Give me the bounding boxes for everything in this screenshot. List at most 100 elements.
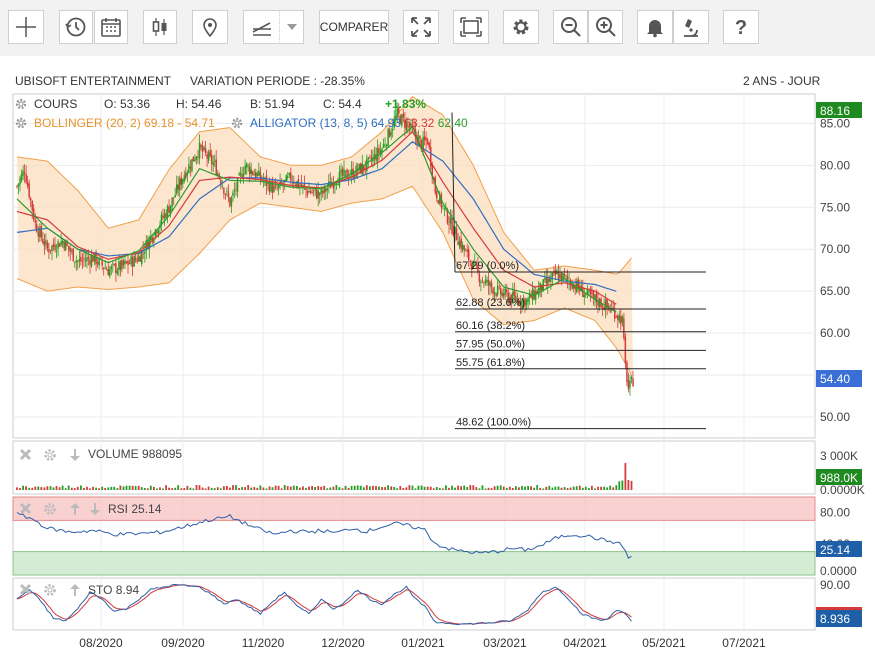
candle-body xyxy=(51,245,53,251)
candle-body xyxy=(451,217,453,234)
candle-body xyxy=(609,310,611,312)
volume-bar xyxy=(326,488,329,490)
sto-badge-top xyxy=(816,607,862,610)
candle-body xyxy=(71,250,73,252)
volume-bar xyxy=(338,487,341,490)
candle-body xyxy=(224,193,227,195)
candle-body xyxy=(48,249,50,253)
candle-body xyxy=(527,297,529,302)
candle-body xyxy=(481,280,484,282)
candle-body xyxy=(119,261,122,270)
candle-body xyxy=(180,177,182,185)
volume-bar xyxy=(387,485,389,490)
volume-bar xyxy=(594,488,596,490)
volume-bar xyxy=(34,486,37,490)
candle-body xyxy=(466,249,468,252)
volume-bar xyxy=(286,486,289,490)
volume-bar xyxy=(612,487,615,490)
volume-bar xyxy=(165,485,167,490)
candle-body xyxy=(201,146,204,152)
candle-body xyxy=(66,243,68,246)
candle-body xyxy=(43,241,46,246)
candle-body xyxy=(110,266,113,270)
volume-bar xyxy=(289,486,292,490)
volume-bar xyxy=(533,487,535,490)
volume-bar xyxy=(162,488,164,490)
candle-body xyxy=(230,197,233,206)
volume-bar xyxy=(143,488,146,490)
candle-body xyxy=(223,188,225,194)
volume-bar xyxy=(420,485,423,490)
candle-body xyxy=(630,377,633,380)
volume-bar xyxy=(600,486,602,490)
candle-body xyxy=(212,162,214,166)
x-tick-label: 03/2021 xyxy=(483,636,527,650)
candle-body xyxy=(191,159,193,171)
volume-bar xyxy=(499,485,502,490)
candle-body xyxy=(422,136,424,149)
fibonacci-level-label: 60.16 (38.2%) xyxy=(456,320,525,332)
candle-body xyxy=(382,143,385,148)
candle-body xyxy=(247,165,249,167)
candle-body xyxy=(134,257,137,260)
volume-bar xyxy=(530,486,532,490)
candle-body xyxy=(506,289,508,293)
candle-body xyxy=(215,159,217,176)
candle-body xyxy=(384,144,386,146)
volume-bar xyxy=(317,486,320,490)
volume-bar xyxy=(43,487,46,490)
candle-body xyxy=(81,260,84,262)
volume-bar xyxy=(475,487,478,490)
candle-body xyxy=(130,256,132,265)
candle-body xyxy=(591,292,593,294)
fibonacci-level-label: 57.95 (50.0%) xyxy=(456,338,525,350)
candle-body xyxy=(620,316,622,325)
volume-bar xyxy=(113,486,116,490)
candle-body xyxy=(274,185,277,187)
volume-bar xyxy=(16,487,18,490)
x-tick-label: 09/2020 xyxy=(161,636,205,650)
volume-bar xyxy=(271,487,274,490)
x-tick-label: 07/2021 xyxy=(722,636,766,650)
candle-body xyxy=(378,147,380,154)
volume-bar xyxy=(98,488,100,490)
volume-bar xyxy=(137,485,140,490)
volume-bar xyxy=(201,487,204,490)
volume-bar xyxy=(292,485,295,490)
candle-body xyxy=(68,245,70,250)
candle-body xyxy=(227,192,230,198)
volume-bar xyxy=(73,488,76,490)
volume-bar xyxy=(575,486,578,490)
candle-body xyxy=(419,135,421,139)
high-value: H: 54.46 xyxy=(176,97,222,111)
candle-body xyxy=(179,178,181,191)
candle-body xyxy=(493,291,496,295)
volume-bar xyxy=(320,486,323,490)
candle-body xyxy=(322,191,324,194)
volume-bar xyxy=(332,486,335,490)
candle-body xyxy=(306,191,309,195)
volume-bar xyxy=(159,487,161,490)
volume-bar xyxy=(484,488,487,490)
volume-bar xyxy=(408,485,411,490)
fibonacci-level-label: 67.29 (0.0%) xyxy=(456,260,519,272)
stock-chart: 67.29 (0.0%) 62.88 (23.6%) 60.16 (38.2%) 57… xyxy=(12,93,865,650)
volume-bar xyxy=(448,487,450,490)
candle-body xyxy=(244,165,246,174)
candle-body xyxy=(25,174,27,183)
volume-bar xyxy=(621,480,624,490)
volume-bar xyxy=(131,485,134,490)
candle-body xyxy=(442,205,444,207)
candle-body xyxy=(277,185,280,189)
volume-bar xyxy=(104,488,107,490)
volume-bar xyxy=(359,485,362,490)
volume-bar xyxy=(435,487,438,490)
volume-bar xyxy=(578,485,581,490)
volume-bar xyxy=(515,486,517,490)
y-tick-label: 80.00 xyxy=(820,158,850,172)
candle-body xyxy=(20,174,23,181)
volume-bar xyxy=(429,486,432,490)
volume-bar xyxy=(518,487,520,490)
alligator-lips-value: 62.40 xyxy=(438,116,468,130)
candle-body xyxy=(46,242,49,249)
